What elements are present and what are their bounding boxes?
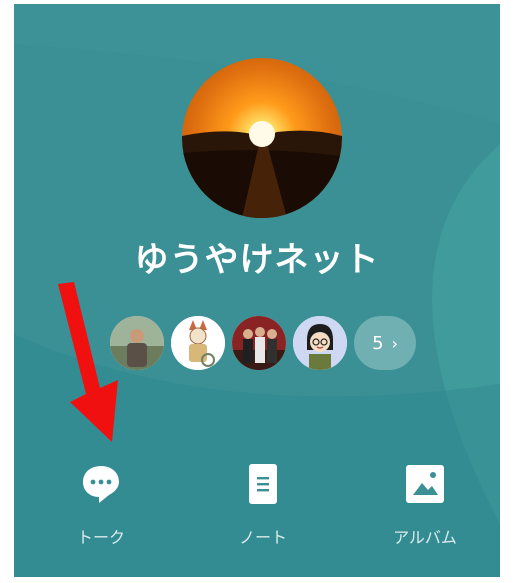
- talk-button[interactable]: トーク: [41, 462, 161, 548]
- note-button[interactable]: ノート: [203, 462, 323, 548]
- group-home-screen: ゆうやけネット 5 › トーク ノート アルバム: [14, 4, 500, 577]
- group-name: ゆうやけネット: [134, 240, 380, 280]
- member-list: 5 ›: [110, 314, 416, 372]
- group-photo-sunset[interactable]: [182, 58, 342, 218]
- note-label: ノート: [238, 528, 287, 547]
- member-avatar[interactable]: [293, 316, 347, 370]
- chevron-right-icon: ›: [391, 333, 398, 353]
- more-members-count: 5: [372, 332, 384, 354]
- chat-bubble-icon: [83, 466, 119, 503]
- album-icon: [406, 465, 444, 503]
- group-action-bar: トーク ノート アルバム: [14, 462, 500, 562]
- member-avatar[interactable]: [171, 316, 225, 370]
- album-label: アルバム: [393, 528, 457, 547]
- red-arrow-annotation: [58, 282, 118, 442]
- album-button[interactable]: アルバム: [365, 462, 485, 548]
- note-icon: [249, 464, 277, 504]
- more-members-button[interactable]: 5 ›: [354, 316, 416, 370]
- member-avatar[interactable]: [232, 316, 286, 370]
- talk-label: トーク: [76, 528, 125, 547]
